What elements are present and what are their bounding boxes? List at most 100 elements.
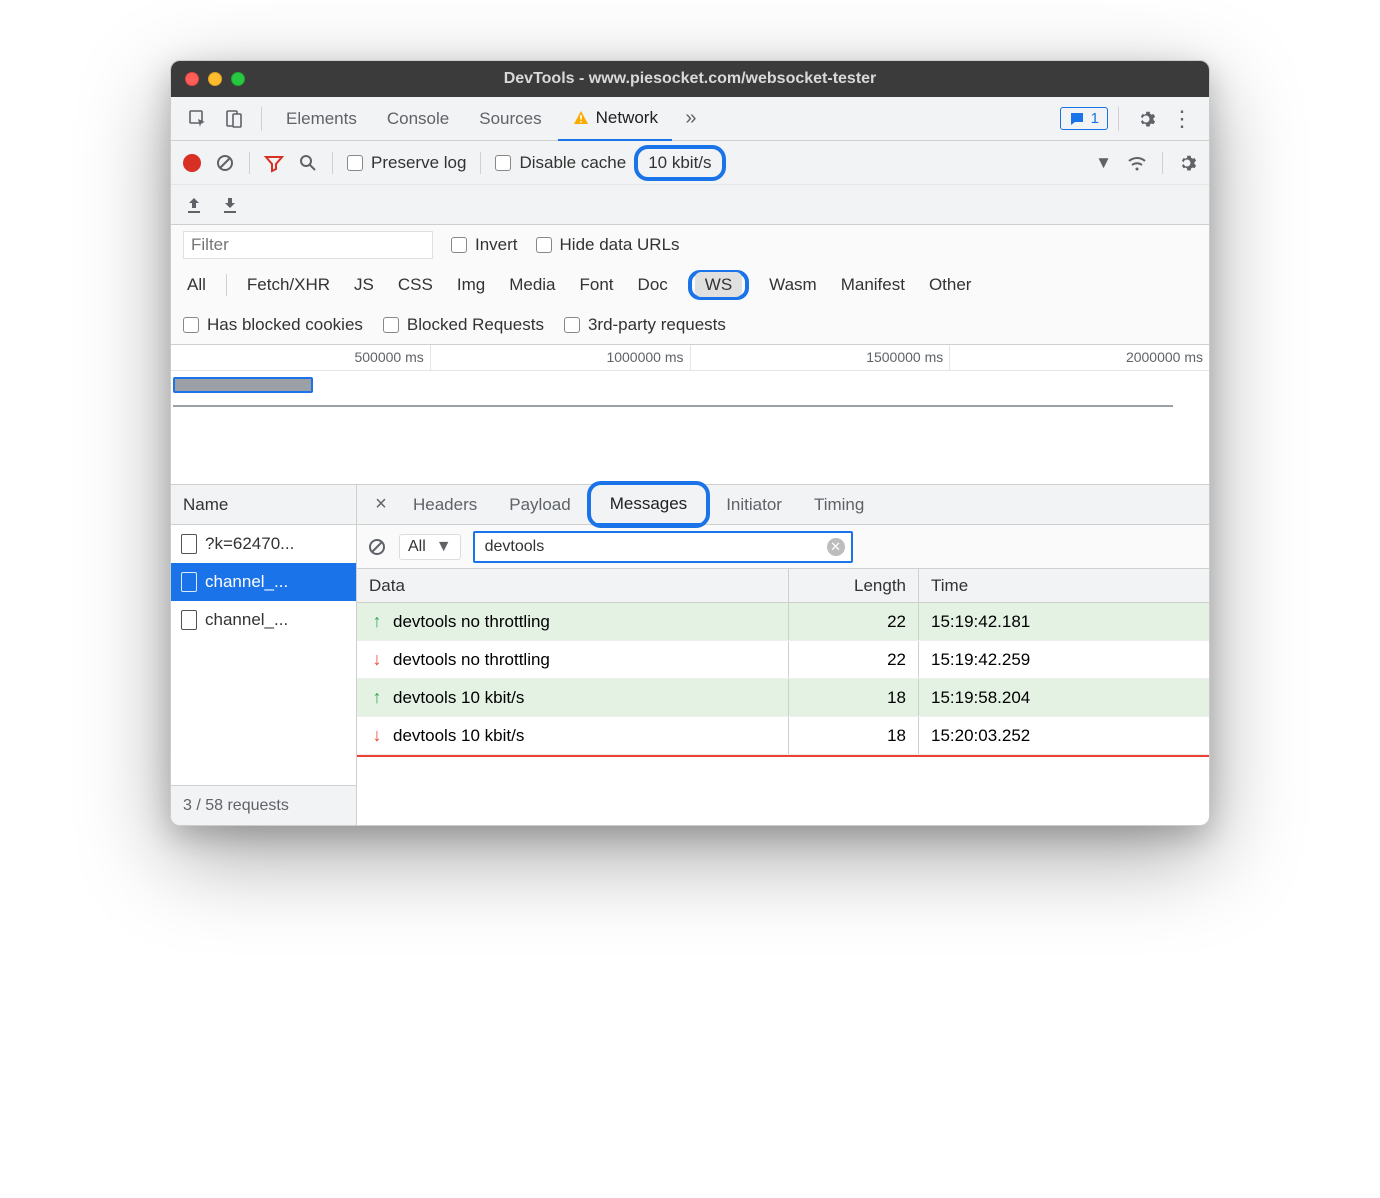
message-time: 15:20:03.252 — [919, 717, 1209, 754]
filter-type-manifest[interactable]: Manifest — [837, 272, 909, 298]
filter-type-media[interactable]: Media — [505, 272, 559, 298]
hide-data-urls-checkbox[interactable]: Hide data URLs — [536, 235, 680, 255]
request-count-footer: 3 / 58 requests — [171, 785, 356, 825]
message-data: devtools 10 kbit/s — [393, 688, 524, 708]
download-har-icon[interactable] — [221, 196, 239, 214]
detail-tab-payload[interactable]: Payload — [493, 485, 586, 525]
throttle-caret-icon[interactable]: ▼ — [1095, 153, 1112, 173]
message-row[interactable]: ↑devtools no throttling2215:19:42.181 — [357, 603, 1209, 641]
filter-type-doc[interactable]: Doc — [634, 272, 672, 298]
filter-type-img[interactable]: Img — [453, 272, 489, 298]
request-item[interactable]: channel_... — [171, 601, 356, 639]
filter-type-fetch[interactable]: Fetch/XHR — [243, 272, 334, 298]
messages-table-header: Data Length Time — [357, 569, 1209, 603]
window-controls — [185, 72, 245, 86]
clear-button[interactable] — [215, 153, 235, 173]
settings-icon[interactable] — [1129, 102, 1163, 136]
tab-sources[interactable]: Sources — [465, 97, 555, 141]
blocked-requests-checkbox[interactable]: Blocked Requests — [383, 315, 544, 335]
filter-bar: Invert Hide data URLs — [171, 225, 1209, 265]
message-length: 22 — [789, 603, 919, 640]
detail-tab-timing[interactable]: Timing — [798, 485, 880, 525]
upload-har-icon[interactable] — [185, 196, 203, 214]
titlebar: DevTools - www.piesocket.com/websocket-t… — [171, 61, 1209, 97]
messages-end-marker — [357, 755, 1209, 757]
message-row[interactable]: ↓devtools 10 kbit/s1815:20:03.252 — [357, 717, 1209, 755]
messages-filter-input-wrap: ✕ — [473, 531, 853, 563]
timeline-segment — [175, 379, 311, 391]
detail-tab-messages[interactable]: Messages — [594, 485, 703, 525]
message-time: 15:19:42.259 — [919, 641, 1209, 678]
preserve-log-checkbox[interactable]: Preserve log — [347, 153, 466, 173]
request-item[interactable]: ?k=62470... — [171, 525, 356, 563]
timeline-tick: 1000000 ms — [606, 349, 683, 365]
tab-elements[interactable]: Elements — [272, 97, 371, 141]
arrow-down-icon: ↓ — [367, 725, 387, 746]
tab-console[interactable]: Console — [373, 97, 463, 141]
file-icon — [181, 610, 197, 630]
messages-filter-bar: All ▼ ✕ — [357, 525, 1209, 569]
timeline-baseline — [173, 405, 1173, 407]
window-title: DevTools - www.piesocket.com/websocket-t… — [171, 70, 1209, 88]
request-list-sidebar: Name ?k=62470... channel_... channel_...… — [171, 485, 357, 825]
network-toolbar: Preserve log Disable cache 10 kbit/s ▼ — [171, 141, 1209, 185]
close-detail-button[interactable]: × — [365, 493, 397, 516]
inspect-icon[interactable] — [181, 102, 215, 136]
messages-table: Data Length Time ↑ devtools no throttling… — [357, 569, 1209, 825]
clear-filter-icon[interactable]: ✕ — [827, 538, 845, 556]
messages-direction-dropdown[interactable]: All ▼ — [399, 534, 461, 560]
disable-cache-checkbox[interactable]: Disable cache — [495, 153, 626, 173]
detail-pane: × Headers Payload Messages Initiator Tim… — [357, 485, 1209, 825]
request-item[interactable]: channel_... — [171, 563, 356, 601]
message-data: devtools no throttling — [393, 612, 550, 632]
filter-type-font[interactable]: Font — [576, 272, 618, 298]
chevron-down-icon: ▼ — [436, 538, 452, 556]
filter-type-css[interactable]: CSS — [394, 272, 437, 298]
chat-icon — [1069, 111, 1085, 127]
filter-type-wasm[interactable]: Wasm — [765, 272, 821, 298]
detail-tabs: × Headers Payload Messages Initiator Tim… — [357, 485, 1209, 525]
kebab-menu-icon[interactable]: ⋮ — [1165, 102, 1199, 136]
filter-type-js[interactable]: JS — [350, 272, 378, 298]
arrow-up-icon: ↑ — [367, 687, 387, 708]
main-tab-bar: Elements Console Sources Network » 1 ⋮ — [171, 97, 1209, 141]
filter-type-ws[interactable]: WS — [695, 272, 742, 297]
filter-type-other[interactable]: Other — [925, 272, 976, 298]
third-party-checkbox[interactable]: 3rd-party requests — [564, 315, 726, 335]
filter-input[interactable] — [183, 231, 433, 259]
clear-messages-button[interactable] — [367, 537, 387, 557]
devtools-window: DevTools - www.piesocket.com/websocket-t… — [170, 60, 1210, 826]
network-timeline[interactable]: 500000 ms 1000000 ms 1500000 ms 2000000 … — [171, 345, 1209, 485]
detail-tab-headers[interactable]: Headers — [397, 485, 493, 525]
device-toggle-icon[interactable] — [217, 102, 251, 136]
close-window-button[interactable] — [185, 72, 199, 86]
blocked-cookies-checkbox[interactable]: Has blocked cookies — [183, 315, 363, 335]
message-length: 18 — [789, 679, 919, 716]
maximize-window-button[interactable] — [231, 72, 245, 86]
message-data: devtools 10 kbit/s — [393, 726, 524, 746]
record-button[interactable] — [183, 154, 201, 172]
minimize-window-button[interactable] — [208, 72, 222, 86]
filter-type-all[interactable]: All — [183, 272, 210, 298]
filter-type-ws-highlight: WS — [688, 270, 749, 300]
col-data-header: Data — [357, 569, 789, 602]
message-row[interactable]: ↑devtools 10 kbit/s1815:19:58.204 — [357, 679, 1209, 717]
issues-badge[interactable]: 1 — [1060, 107, 1108, 130]
content-pane: Name ?k=62470... channel_... channel_...… — [171, 485, 1209, 825]
messages-filter-input[interactable] — [485, 538, 827, 556]
throttle-dropdown[interactable]: 10 kbit/s — [634, 145, 725, 181]
request-list-header: Name — [171, 485, 356, 525]
detail-tab-initiator[interactable]: Initiator — [710, 485, 798, 525]
network-conditions-icon[interactable] — [1126, 152, 1148, 174]
message-row[interactable]: ↓devtools no throttling2215:19:42.259 — [357, 641, 1209, 679]
search-icon[interactable] — [298, 153, 318, 173]
message-data: devtools no throttling — [393, 650, 550, 670]
timeline-tick: 1500000 ms — [866, 349, 943, 365]
network-settings-icon[interactable] — [1177, 153, 1197, 173]
filter-toggle-icon[interactable] — [264, 153, 284, 173]
file-icon — [181, 534, 197, 554]
col-time-header: Time — [919, 569, 1209, 602]
invert-checkbox[interactable]: Invert — [451, 235, 518, 255]
more-tabs-button[interactable]: » — [674, 102, 708, 136]
tab-network[interactable]: Network — [558, 97, 672, 141]
